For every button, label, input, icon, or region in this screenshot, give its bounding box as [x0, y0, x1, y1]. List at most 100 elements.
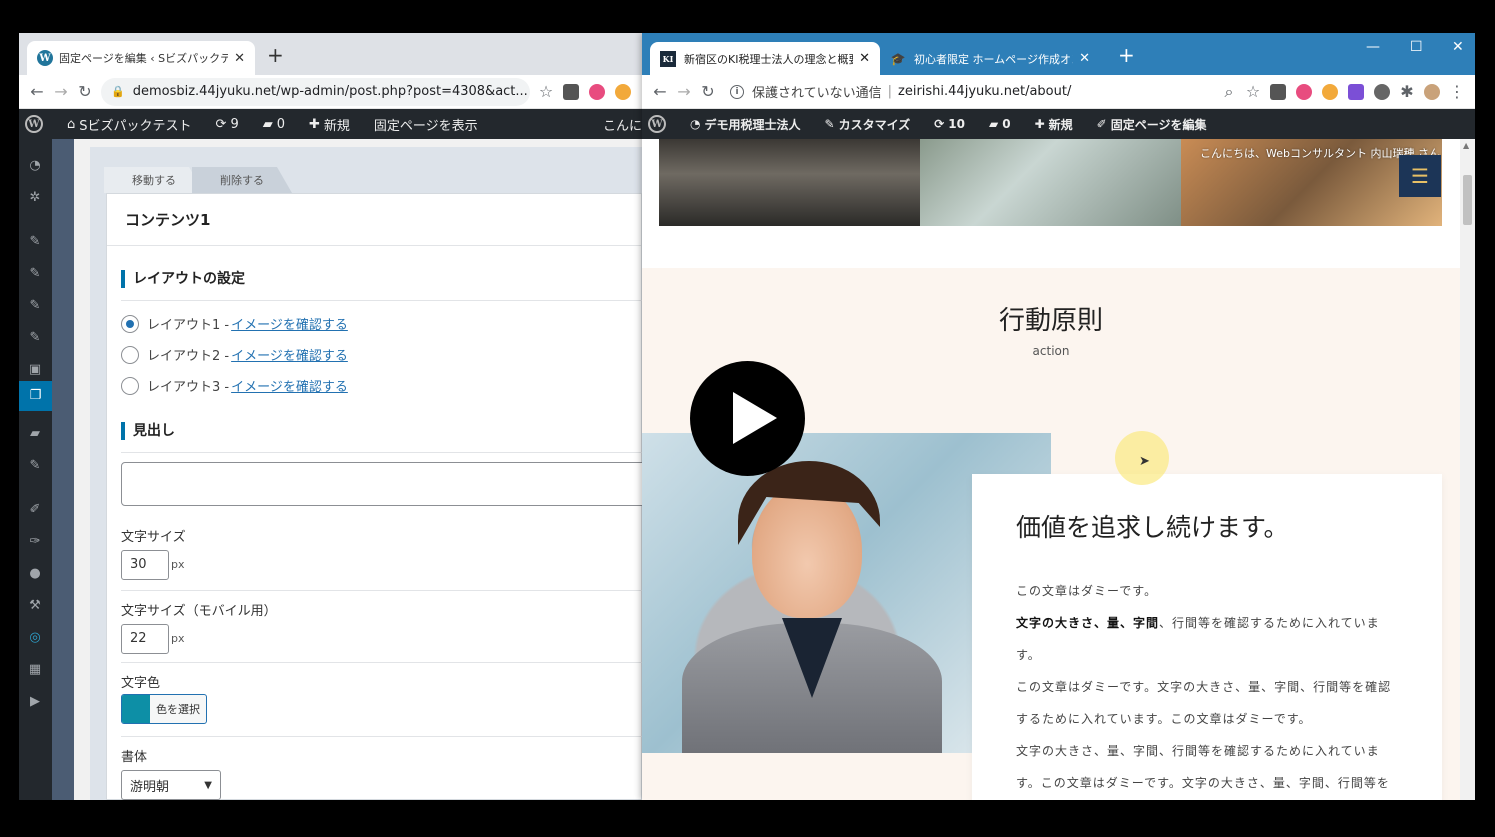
font-family-select[interactable]: 游明朝 ▼ [121, 770, 221, 800]
radio-label: レイアウト1 - [147, 318, 230, 333]
card-paragraph: この文章はダミーです。文字の大きさ、量、字間、行間等を確認 [1016, 680, 1392, 694]
extension-icon[interactable] [1322, 83, 1338, 100]
forward-icon[interactable]: → [672, 82, 696, 101]
reload-icon[interactable]: ↻ [696, 82, 720, 101]
maximize-icon[interactable]: ☐ [1410, 39, 1423, 55]
repeater-panel: 移動する 削除する コンテンツ1 レイアウトの設定 レイアウト1 - イメージを… [90, 147, 642, 800]
comments-link[interactable]: ▰ 0 [263, 117, 297, 132]
radio-button[interactable] [121, 376, 139, 395]
wordpress-icon: W [25, 115, 43, 133]
customize-link[interactable]: ✎ カスタマイズ [825, 116, 923, 133]
url-text: demosbiz.44jyuku.net/wp-admin/post.php?p… [132, 84, 528, 99]
users-icon[interactable]: ● [26, 565, 44, 583]
menu-dots-icon[interactable]: ⋮ [1445, 82, 1469, 101]
video-play-button[interactable] [690, 361, 805, 476]
color-picker-label: 色を選択 [156, 703, 200, 716]
extension-icon[interactable] [1296, 83, 1312, 100]
wp-logo[interactable]: W [648, 115, 678, 133]
extension-icon[interactable] [615, 83, 631, 100]
wp-logo[interactable]: W [25, 115, 55, 133]
font-size-mobile-input[interactable]: 22 [121, 624, 169, 654]
delete-tab[interactable]: 削除する [192, 167, 292, 193]
radio-button[interactable] [121, 345, 139, 364]
layout-icon[interactable]: ▦ [26, 661, 44, 679]
new-content-link[interactable]: ✚ 新規 [1035, 116, 1085, 133]
font-family-value: 游明朝 [130, 779, 170, 795]
back-icon[interactable]: ← [25, 82, 49, 101]
plugins-icon[interactable]: ✑ [26, 533, 44, 551]
address-bar[interactable]: i 保護されていない通信 | zeirishi.44jyuku.net/abou… [724, 78, 1213, 106]
font-size-mobile-unit: px [171, 632, 185, 645]
updates-link[interactable]: ⟳ 9 [216, 117, 251, 132]
extension-icon[interactable] [589, 83, 605, 100]
appearance-icon[interactable]: ✐ [26, 501, 44, 519]
layout-option-3[interactable]: レイアウト3 - イメージを確認する [121, 376, 348, 395]
left-tab-edit-page[interactable]: W 固定ページを編集 ‹ Sビズパックテスト ✕ [27, 41, 255, 75]
layout-option-1[interactable]: レイアウト1 - イメージを確認する [121, 314, 348, 333]
scroll-up-icon[interactable]: ▲ [1463, 141, 1469, 150]
pencil-icon: ✐ [1096, 117, 1107, 131]
text-color-label: 文字色 [121, 676, 161, 691]
settings-gear-icon[interactable]: ✲ [26, 189, 44, 207]
comments-icon[interactable]: ▰ [26, 425, 44, 443]
zoom-icon[interactable]: ⌕ [1217, 82, 1241, 102]
view-image-link[interactable]: イメージを確認する [231, 314, 348, 333]
pin-icon[interactable]: ✎ [26, 457, 44, 475]
scrollbar-thumb[interactable] [1463, 175, 1472, 225]
pin-icon[interactable]: ✎ [26, 233, 44, 251]
back-icon[interactable]: ← [648, 82, 672, 101]
pin-icon[interactable]: ✎ [26, 297, 44, 315]
radio-button[interactable] [121, 314, 139, 333]
tab-ki-tax-office[interactable]: KI 新宿区のKI税理士法人の理念と概要 ✕ [650, 42, 880, 75]
extension-icon[interactable] [1270, 83, 1286, 100]
tools-icon[interactable]: ⚒ [26, 597, 44, 615]
new-tab-button[interactable]: + [267, 43, 284, 67]
color-picker-button[interactable]: 色を選択 [121, 694, 207, 724]
media-icon[interactable]: ▣ [26, 361, 44, 379]
edit-page-link[interactable]: ✐ 固定ページを編集 [1097, 116, 1219, 133]
view-image-link[interactable]: イメージを確認する [231, 376, 348, 395]
font-size-input[interactable]: 30 [121, 550, 169, 580]
close-tab-icon[interactable]: ✕ [234, 51, 245, 66]
move-tab[interactable]: 移動する [104, 167, 204, 193]
site-name-link[interactable]: ◔ デモ用税理士法人 [690, 116, 813, 133]
bookmark-star-icon[interactable]: ☆ [1241, 82, 1265, 101]
pin-icon[interactable]: ✎ [26, 329, 44, 347]
home-icon: ⌂ [67, 116, 76, 132]
heading-input[interactable] [121, 462, 642, 506]
hamburger-menu-icon[interactable]: ☰ [1399, 155, 1441, 197]
tab-title: 固定ページを編集 ‹ Sビズパックテスト [59, 52, 229, 65]
address-bar[interactable]: 🔒 demosbiz.44jyuku.net/wp-admin/post.php… [101, 77, 530, 106]
view-image-link[interactable]: イメージを確認する [231, 345, 348, 364]
pin-icon[interactable]: ✎ [26, 265, 44, 283]
settings-icon[interactable]: ◎ [26, 629, 44, 647]
wordpress-extension-icon[interactable] [1374, 83, 1390, 100]
updates-link[interactable]: ⟳ 10 [934, 117, 977, 131]
dashboard-icon[interactable]: ◔ [26, 157, 44, 175]
new-tab-button[interactable]: + [1118, 43, 1135, 67]
puzzle-icon[interactable]: ✱ [1395, 82, 1419, 101]
close-tab-icon[interactable]: ✕ [859, 51, 870, 66]
extension-icon[interactable] [1348, 83, 1364, 100]
editor-content: 移動する 削除する コンテンツ1 レイアウトの設定 レイアウト1 - イメージを… [52, 139, 642, 800]
bookmark-star-icon[interactable]: ☆ [534, 82, 558, 101]
site-name-link[interactable]: ⌂ Sビズパックテスト [67, 115, 204, 134]
new-content-link[interactable]: ✚ 新規 [309, 115, 362, 134]
profile-avatar[interactable] [1424, 83, 1440, 100]
pages-icon[interactable]: ❐ [19, 381, 52, 411]
reload-icon[interactable]: ↻ [73, 82, 97, 101]
extension-icon[interactable] [563, 83, 579, 100]
divider [121, 452, 642, 453]
tab-beginner-course[interactable]: 🎓 初心者限定 ホームページ作成オンライン ✕ [880, 42, 1100, 75]
page-scrollbar[interactable]: ▲ [1460, 139, 1475, 800]
right-toolbar: ← → ↻ i 保護されていない通信 | zeirishi.44jyuku.ne… [642, 75, 1475, 109]
comments-link[interactable]: ▰ 0 [989, 117, 1023, 131]
close-tab-icon[interactable]: ✕ [1079, 51, 1090, 66]
forward-icon[interactable]: → [49, 82, 73, 101]
plus-icon: ✚ [1034, 117, 1045, 131]
play-circle-icon[interactable]: ▶ [26, 693, 44, 711]
minimize-icon[interactable]: — [1366, 39, 1380, 55]
layout-option-2[interactable]: レイアウト2 - イメージを確認する [121, 345, 348, 364]
close-window-icon[interactable]: ✕ [1452, 39, 1464, 55]
view-page-link[interactable]: 固定ページを表示 [374, 115, 478, 134]
